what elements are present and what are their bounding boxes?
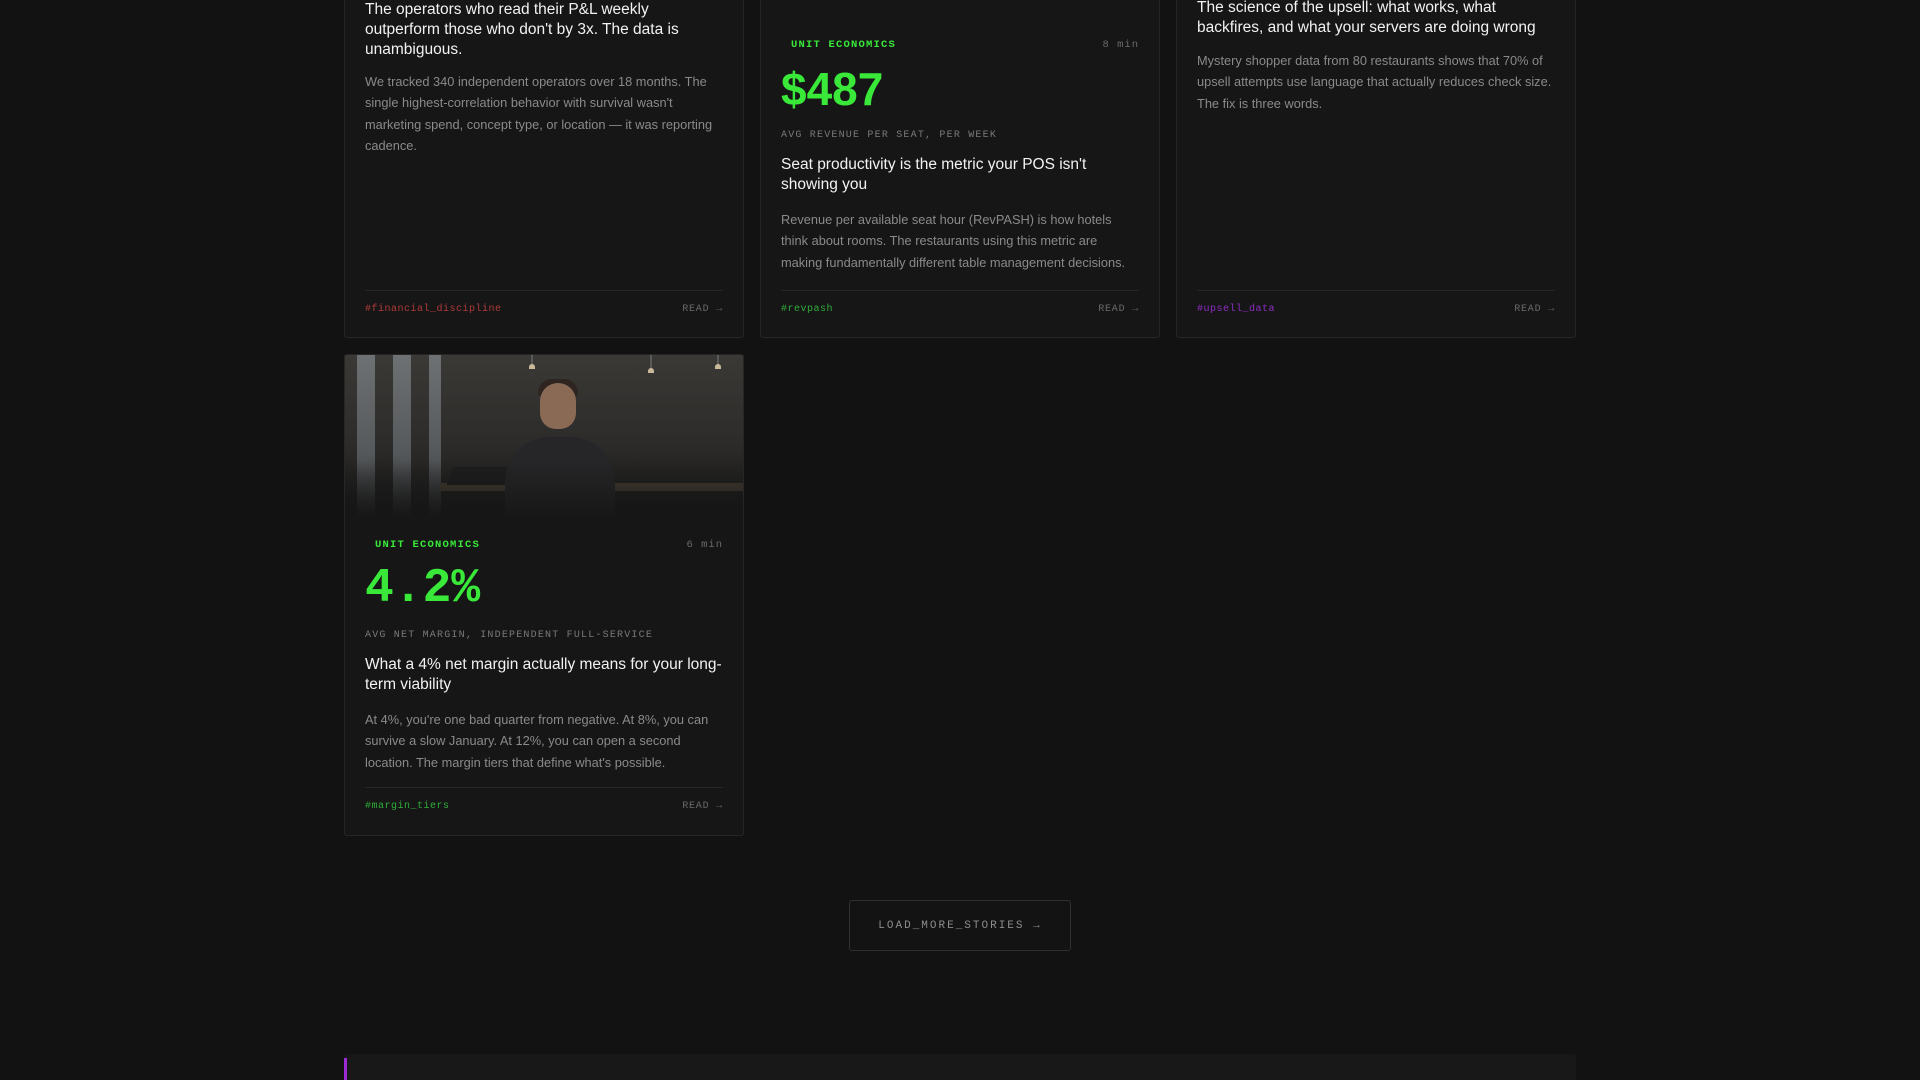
story-tag[interactable]: #financial_discipline: [365, 304, 502, 315]
story-card-upsell[interactable]: The science of the upsell: what works, w…: [1176, 0, 1576, 338]
category-label: UNIT ECONOMICS: [791, 39, 897, 51]
section-accent-bar: [344, 1058, 347, 1080]
next-section: [344, 1054, 1576, 1080]
story-headline[interactable]: The operators who read their P&L weekly …: [365, 0, 723, 60]
load-more-button[interactable]: LOAD_MORE_STORIES →: [849, 900, 1071, 951]
story-excerpt: At 4%, you're one bad quarter from negat…: [365, 712, 709, 770]
story-footer: #upsell_data READ →: [1197, 290, 1555, 320]
story-meta: UNIT ECONOMICS 8 min: [781, 39, 1139, 53]
read-link[interactable]: READ →: [682, 801, 723, 812]
story-footer: #financial_discipline READ →: [365, 290, 723, 320]
read-time: 6 min: [686, 539, 723, 551]
story-headline[interactable]: Seat productivity is the metric your POS…: [781, 155, 1139, 195]
stat-caption: AVG REVENUE PER SEAT, PER WEEK: [781, 130, 998, 141]
story-excerpt: We tracked 340 independent operators ove…: [365, 74, 713, 153]
stat-caption: AVG NET MARGIN, INDEPENDENT FULL-SERVICE: [365, 630, 654, 641]
story-card-revpash[interactable]: UNIT ECONOMICS 8 min $487 AVG REVENUE PE…: [760, 0, 1160, 338]
story-headline[interactable]: What a 4% net margin actually means for …: [365, 655, 723, 695]
story-footer: #margin_tiers READ →: [365, 787, 723, 817]
read-link[interactable]: READ →: [682, 304, 723, 315]
story-excerpt: Revenue per available seat hour (RevPASH…: [781, 212, 1126, 270]
story-headline[interactable]: The science of the upsell: what works, w…: [1197, 0, 1555, 38]
category-label: UNIT ECONOMICS: [375, 539, 481, 551]
story-image: [345, 355, 743, 520]
story-tag[interactable]: #upsell_data: [1197, 304, 1275, 315]
story-card-financial-discipline[interactable]: The operators who read their P&L weekly …: [344, 0, 744, 338]
story-meta: UNIT ECONOMICS 6 min: [365, 539, 723, 553]
story-card-margin-tiers[interactable]: UNIT ECONOMICS 6 min 4.2% AVG NET MARGIN…: [344, 354, 744, 836]
big-stat: $487: [781, 63, 884, 115]
read-link[interactable]: READ →: [1514, 304, 1555, 315]
read-time: 8 min: [1102, 39, 1139, 51]
story-footer: #revpash READ →: [781, 290, 1139, 320]
big-stat: 4.2%: [365, 562, 481, 616]
story-tag[interactable]: #margin_tiers: [365, 801, 450, 812]
story-excerpt: Mystery shopper data from 80 restaurants…: [1197, 53, 1552, 111]
story-tag[interactable]: #revpash: [781, 304, 833, 315]
read-link[interactable]: READ →: [1098, 304, 1139, 315]
stories-page: The operators who read their P&L weekly …: [0, 0, 1920, 1080]
